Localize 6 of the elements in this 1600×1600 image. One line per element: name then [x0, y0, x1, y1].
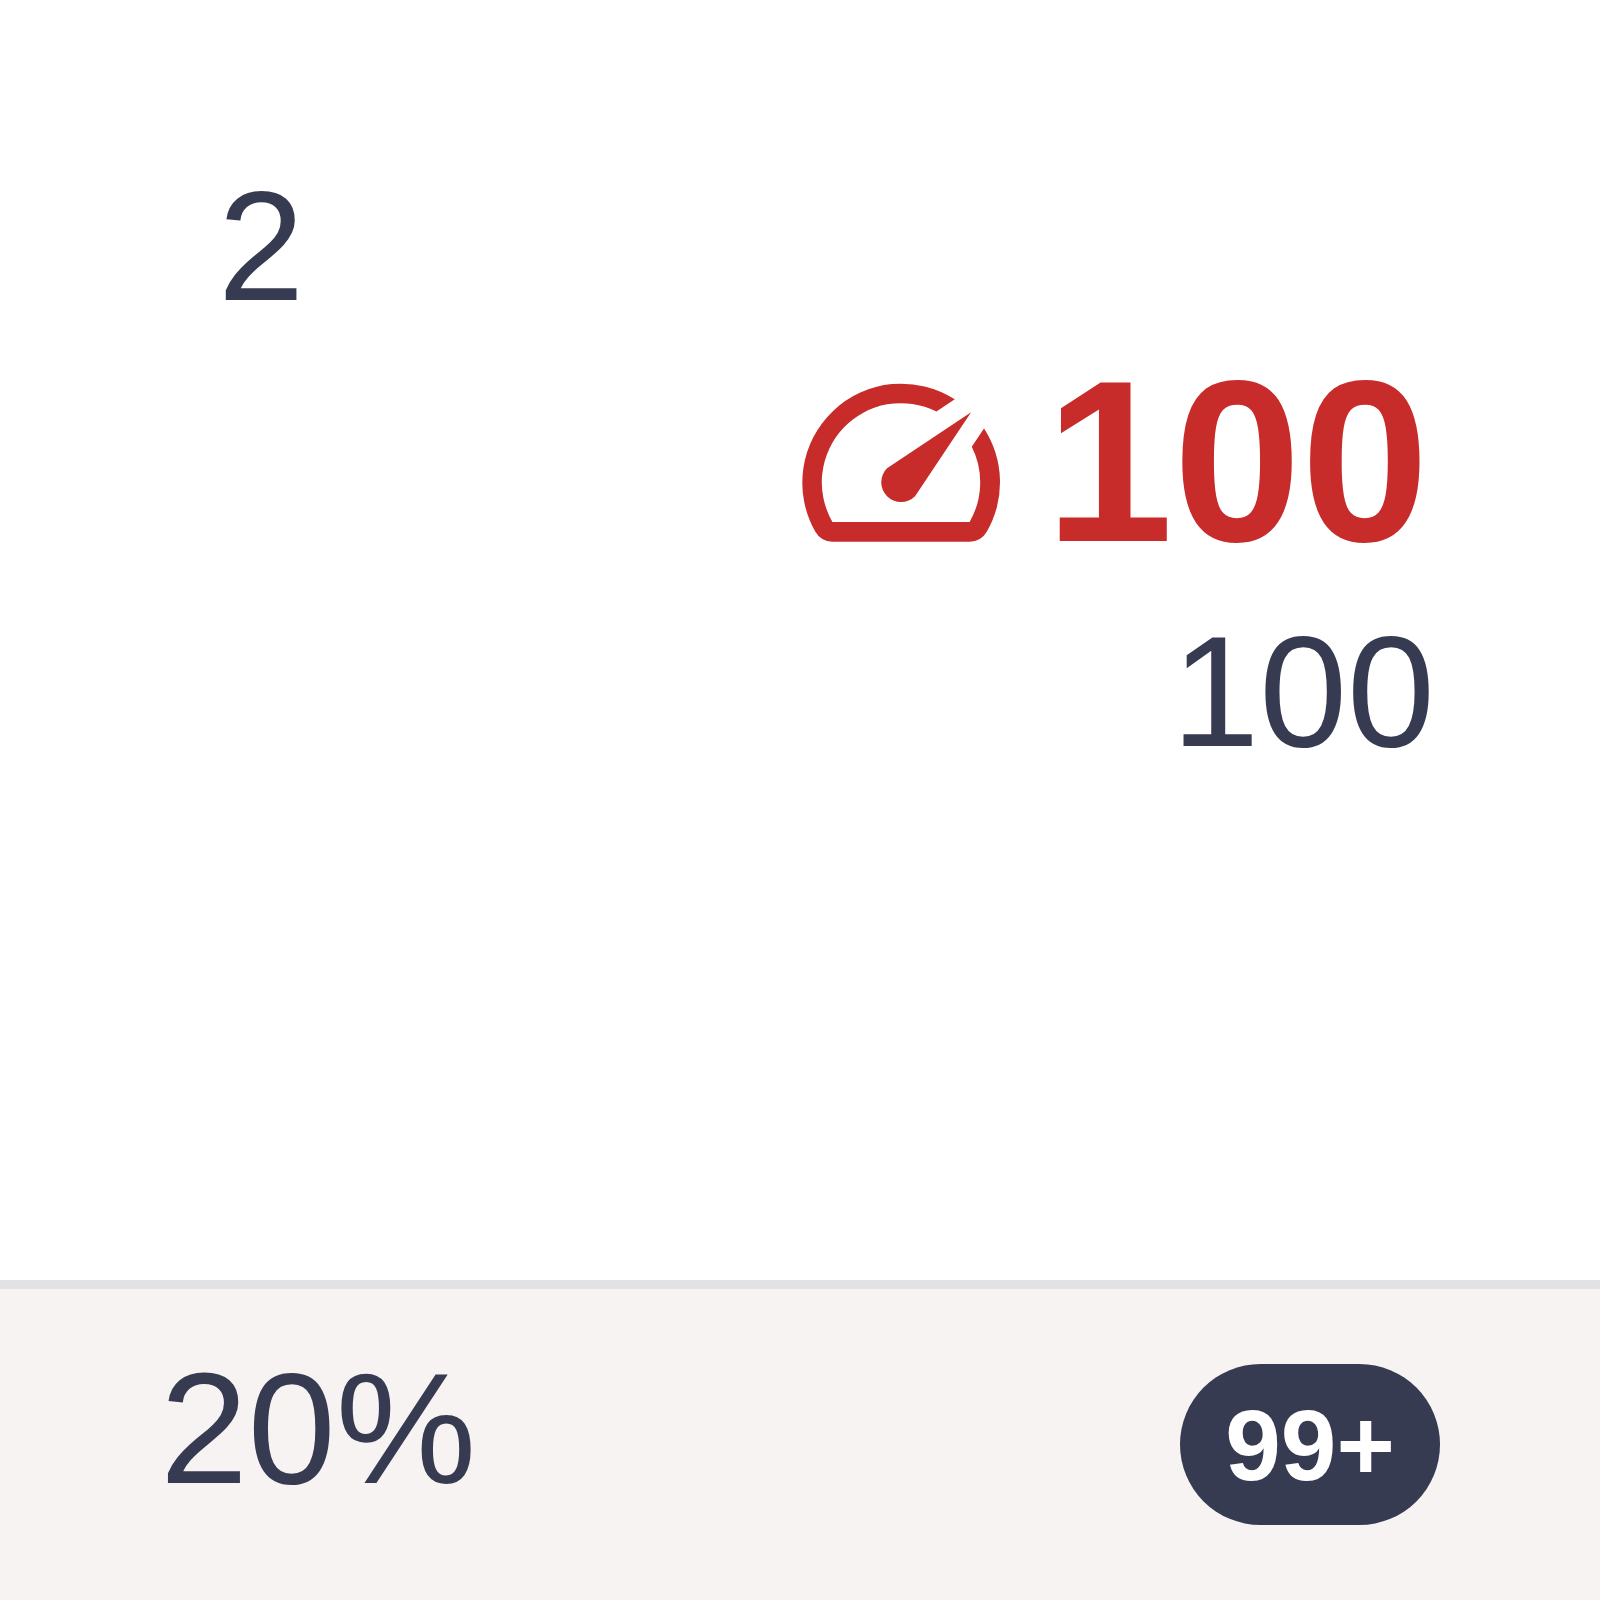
count-badge: 99+ — [1180, 1364, 1440, 1525]
number-text: 2 — [218, 169, 305, 324]
speedometer-icon — [801, 381, 1002, 543]
value-text: 100 — [1171, 612, 1435, 770]
gauge-value: 100 — [1045, 347, 1429, 577]
percentage-text: 20% — [160, 1348, 477, 1507]
